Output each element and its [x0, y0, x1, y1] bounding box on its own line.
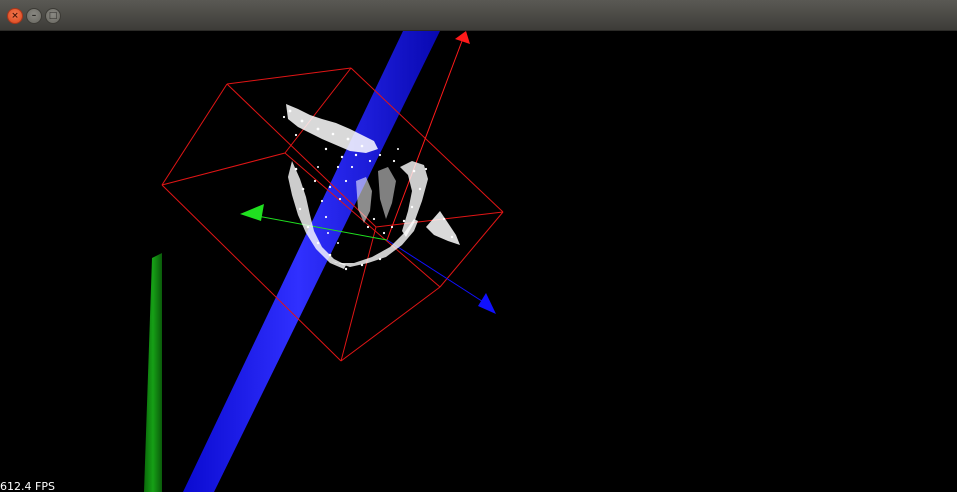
title-bar[interactable]: × – □ — [0, 0, 957, 31]
minimize-window-button[interactable]: – — [26, 8, 42, 24]
application-window: × – □ 612.4 FPS — [0, 0, 957, 492]
scene-canvas — [144, 31, 504, 492]
3d-viewport[interactable]: 612.4 FPS — [0, 31, 957, 492]
maximize-icon: □ — [48, 10, 58, 21]
axis-z-arrow-icon — [478, 293, 496, 314]
axis-x-arrow-icon — [455, 31, 470, 44]
axis-y-arrow-icon — [240, 204, 264, 221]
close-icon: × — [11, 10, 19, 21]
minimize-icon: – — [31, 10, 37, 21]
axis-z — [386, 239, 496, 314]
maximize-window-button[interactable]: □ — [45, 8, 61, 24]
green-pillar — [144, 253, 162, 492]
fps-counter: 612.4 FPS — [0, 480, 55, 492]
close-window-button[interactable]: × — [7, 8, 23, 24]
blue-pillar — [183, 31, 440, 492]
